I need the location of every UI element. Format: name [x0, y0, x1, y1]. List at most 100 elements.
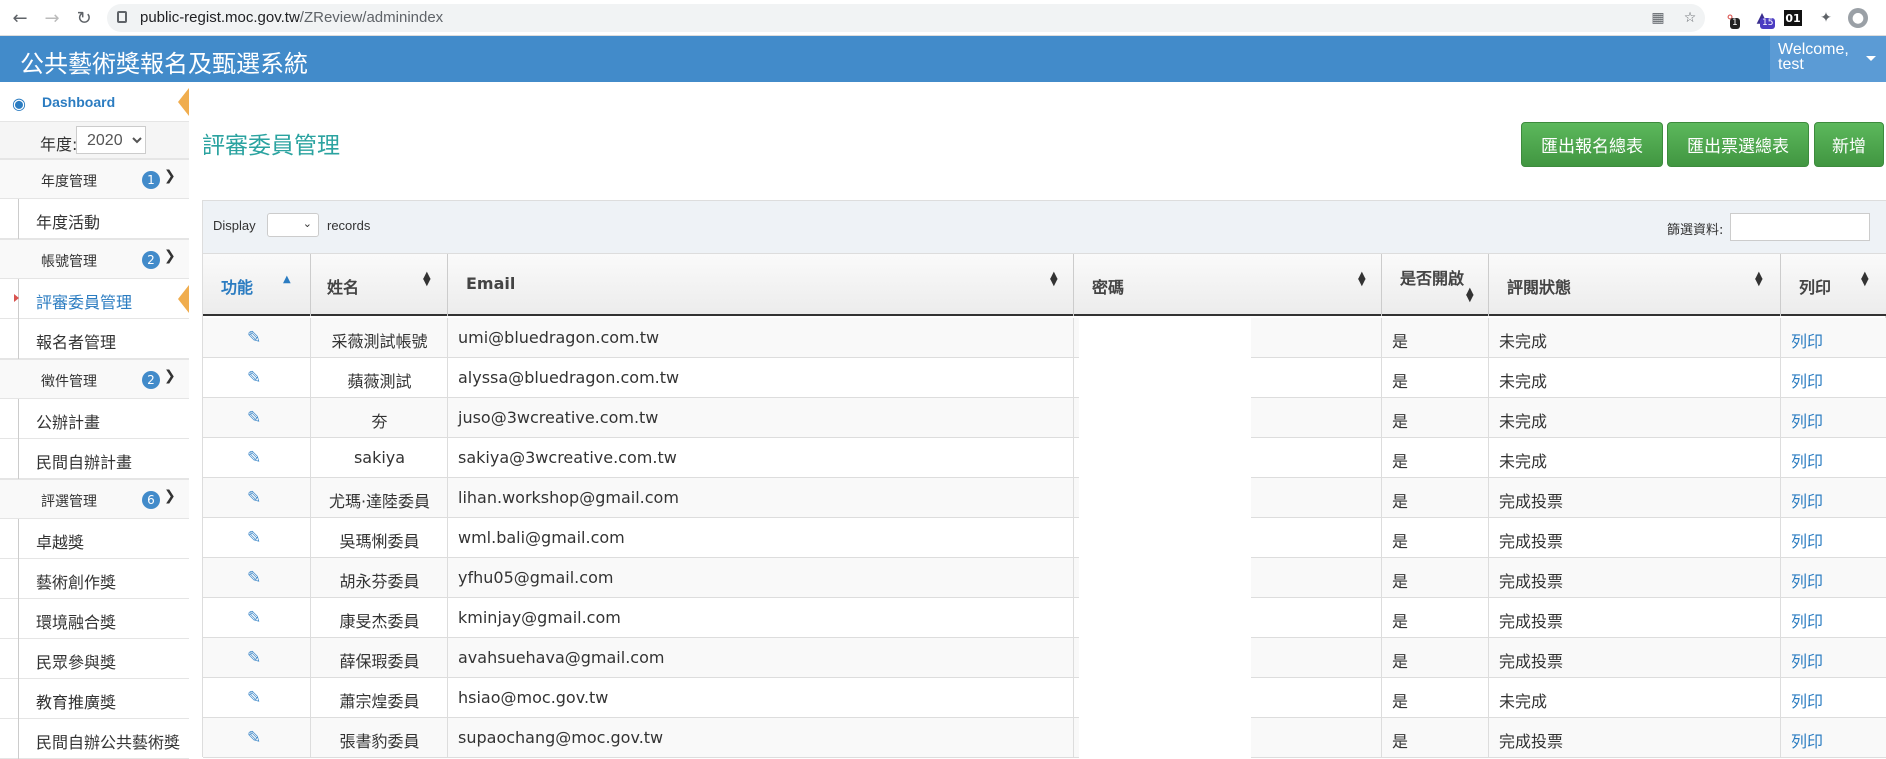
year-label: 年度: — [40, 135, 78, 154]
cell-print[interactable]: 列印 — [1781, 438, 1886, 478]
sidebar-item-education-award[interactable]: 教育推廣獎 — [0, 679, 189, 719]
active-marker-icon — [14, 294, 19, 302]
cell-review-status-text: 未完成 — [1499, 452, 1548, 471]
column-header-enabled[interactable]: 是否開啟 ▲ ▼ — [1382, 254, 1489, 316]
sort-asc-icon: ▲ — [283, 274, 291, 285]
cell-print-text[interactable]: 列印 — [1791, 728, 1823, 752]
lock-icon[interactable] — [117, 11, 127, 23]
extension-icon-1[interactable]: ⚬1 — [1720, 8, 1740, 29]
cell-review-status-text: 未完成 — [1499, 372, 1548, 391]
tree-line — [18, 519, 19, 559]
cell-email-text: umi@bluedragon.com.tw — [458, 328, 660, 347]
cell-enabled: 是 — [1382, 518, 1489, 558]
sidebar-item-label: 年度活動 — [36, 213, 101, 232]
edit-pencil-icon[interactable]: ✎ — [247, 328, 261, 348]
sort-icon: ▲ ▼ — [1050, 270, 1058, 288]
column-header-name[interactable]: 姓名 ▲ ▼ — [311, 254, 448, 316]
column-header-email[interactable]: Email ▲ ▼ — [448, 254, 1074, 316]
cell-print[interactable]: 列印 — [1781, 518, 1886, 558]
edit-pencil-icon[interactable]: ✎ — [247, 688, 261, 708]
sidebar-group-review[interactable]: 評選管理 6 ❯ — [0, 479, 189, 519]
edit-pencil-icon[interactable]: ✎ — [247, 648, 261, 668]
profile-icon[interactable]: ● — [1848, 8, 1868, 28]
cell-email: lihan.workshop@gmail.com — [448, 478, 1074, 518]
add-button[interactable]: 新增 — [1814, 122, 1884, 167]
cell-print[interactable]: 列印 — [1781, 638, 1886, 678]
cell-print-text[interactable]: 列印 — [1791, 528, 1823, 552]
cell-print[interactable]: 列印 — [1781, 398, 1886, 438]
star-icon[interactable]: ☆ — [1680, 8, 1700, 28]
table-row: ✎ 薛保瑕委員 avahsuehava@gmail.com 是 完成投票 列印 — [203, 638, 1886, 678]
sidebar-group-submission[interactable]: 徵件管理 2 ❯ — [0, 359, 189, 399]
edit-pencil-icon[interactable]: ✎ — [247, 568, 261, 588]
sidebar-item-applicant-management[interactable]: 報名者管理 — [0, 319, 189, 359]
column-header-password[interactable]: 密碼 ▲ ▼ — [1074, 254, 1382, 316]
page-length-select[interactable]: ⌄ — [267, 213, 319, 237]
sidebar-group-year[interactable]: 年度管理 1 ❯ — [0, 159, 189, 199]
sidebar-item-excellence-award[interactable]: 卓越獎 — [0, 519, 189, 559]
cell-print-text[interactable]: 列印 — [1791, 568, 1823, 592]
cell-print[interactable]: 列印 — [1781, 478, 1886, 518]
sidebar-item-private-public-art-award[interactable]: 民間自辦公共藝術獎 — [0, 719, 189, 759]
back-icon[interactable]: ← — [8, 6, 32, 30]
user-menu[interactable]: Welcome, test — [1770, 36, 1886, 82]
sidebar-item-environment-award[interactable]: 環境融合獎 — [0, 599, 189, 639]
filter-input[interactable] — [1730, 213, 1870, 241]
tree-line — [18, 639, 19, 679]
column-header-function[interactable]: 功能 ▲ — [203, 254, 311, 316]
cell-print[interactable]: 列印 — [1781, 718, 1886, 758]
edit-pencil-icon[interactable]: ✎ — [247, 448, 261, 468]
extension-icon-2[interactable]: ▲15 — [1752, 8, 1776, 29]
cell-name-text: 蘋薇測試 — [347, 372, 412, 391]
edit-pencil-icon[interactable]: ✎ — [247, 528, 261, 548]
welcome-text: Welcome, test — [1778, 42, 1849, 73]
edit-pencil-icon[interactable]: ✎ — [247, 368, 261, 388]
column-header-print[interactable]: 列印 ▲ ▼ — [1781, 254, 1886, 316]
sidebar-item-annual-event[interactable]: 年度活動 — [0, 199, 189, 239]
cell-print-text[interactable]: 列印 — [1791, 328, 1823, 352]
cell-print-text[interactable]: 列印 — [1791, 688, 1823, 712]
edit-pencil-icon[interactable]: ✎ — [247, 408, 261, 428]
sidebar-item-private-plan[interactable]: 民間自辦計畫 — [0, 439, 189, 479]
cell-print-text[interactable]: 列印 — [1791, 648, 1823, 672]
cell-print[interactable]: 列印 — [1781, 358, 1886, 398]
sidebar-item-art-creation-award[interactable]: 藝術創作獎 — [0, 559, 189, 599]
export-votes-button[interactable]: 匯出票選總表 — [1667, 122, 1809, 167]
forward-icon[interactable]: → — [40, 6, 64, 30]
cell-function: ✎ — [203, 598, 311, 638]
cell-review-status-text: 完成投票 — [1499, 492, 1564, 511]
cell-email-text: juso@3wcreative.com.tw — [458, 408, 659, 427]
sidebar-item-jury-management[interactable]: 評審委員管理 — [0, 279, 189, 319]
cell-function: ✎ — [203, 678, 311, 718]
column-header-review-status[interactable]: 評閱狀態 ▲ ▼ — [1489, 254, 1781, 316]
cell-enabled-text: 是 — [1392, 612, 1409, 631]
cell-enabled-text: 是 — [1392, 692, 1409, 711]
extension-icon-3[interactable]: 01 — [1784, 10, 1802, 26]
puzzle-icon[interactable]: ✦ — [1816, 8, 1836, 28]
cell-print-text[interactable]: 列印 — [1791, 608, 1823, 632]
sidebar-item-participation-award[interactable]: 民眾參與獎 — [0, 639, 189, 679]
count-badge: 2 — [142, 371, 160, 389]
data-table-panel: Display ⌄ records 篩選資料: 功能 ▲ 姓名 ▲ ▼ Email… — [202, 200, 1886, 758]
cell-name: 蘋薇測試 — [311, 358, 448, 398]
edit-pencil-icon[interactable]: ✎ — [247, 488, 261, 508]
cell-print-text[interactable]: 列印 — [1791, 448, 1823, 472]
edit-pencil-icon[interactable]: ✎ — [247, 728, 261, 748]
sidebar-group-account[interactable]: 帳號管理 2 ❯ — [0, 239, 189, 279]
sidebar-dashboard[interactable]: ◉ Dashboard — [0, 82, 189, 122]
cell-print-text[interactable]: 列印 — [1791, 408, 1823, 432]
cell-print[interactable]: 列印 — [1781, 318, 1886, 358]
url-text[interactable]: public-regist.moc.gov.tw/ZReview/adminin… — [140, 9, 443, 26]
sidebar-item-public-plan[interactable]: 公辦計畫 — [0, 399, 189, 439]
export-registration-button[interactable]: 匯出報名總表 — [1521, 122, 1663, 167]
cell-print-text[interactable]: 列印 — [1791, 368, 1823, 392]
cell-print[interactable]: 列印 — [1781, 598, 1886, 638]
reload-icon[interactable]: ↻ — [72, 6, 96, 30]
edit-pencil-icon[interactable]: ✎ — [247, 608, 261, 628]
year-select[interactable]: 2020 — [76, 126, 146, 154]
translate-icon[interactable]: ▦ — [1648, 8, 1668, 28]
cell-print-text[interactable]: 列印 — [1791, 488, 1823, 512]
group-label: 帳號管理 — [41, 254, 97, 270]
cell-print[interactable]: 列印 — [1781, 678, 1886, 718]
cell-print[interactable]: 列印 — [1781, 558, 1886, 598]
